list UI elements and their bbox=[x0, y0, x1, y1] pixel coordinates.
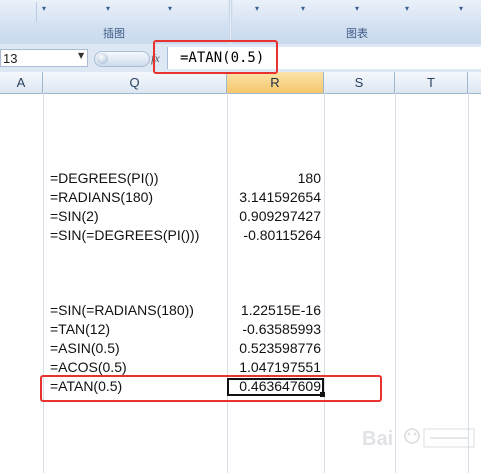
cell-formula-text[interactable]: =RADIANS(180) bbox=[50, 189, 153, 206]
gridline bbox=[43, 93, 44, 473]
column-header-q[interactable]: Q bbox=[43, 72, 227, 93]
ribbon-group-charts[interactable]: ▾ ▾ ▾ ▾ ▾ 图表 bbox=[233, 0, 481, 44]
gridline bbox=[227, 93, 228, 473]
formula-bar-splitter[interactable] bbox=[94, 51, 150, 67]
column-headers: A Q R S T bbox=[0, 72, 481, 94]
splitter-knob-icon bbox=[97, 53, 108, 64]
name-box-dropdown-icon[interactable]: ▼ bbox=[78, 51, 84, 60]
cell-formula-text[interactable]: =SIN(2) bbox=[50, 208, 99, 225]
cell-formula-text[interactable]: =SIN(=RADIANS(180)) bbox=[50, 302, 194, 319]
ribbon-group-label: 图表 bbox=[346, 27, 368, 40]
cell-value[interactable]: 3.141592654 bbox=[239, 189, 321, 206]
cell-value[interactable]: 180 bbox=[298, 170, 321, 187]
chevron-down-icon[interactable]: ▾ bbox=[42, 4, 46, 13]
chevron-down-icon[interactable]: ▾ bbox=[405, 4, 409, 13]
cell-value[interactable]: 1.22515E-16 bbox=[241, 302, 321, 319]
name-box[interactable]: 13 bbox=[0, 49, 88, 67]
cell-formula-text[interactable]: =TAN(12) bbox=[50, 321, 110, 338]
chevron-down-icon[interactable]: ▾ bbox=[301, 4, 305, 13]
annotation-box-row bbox=[40, 375, 382, 402]
annotation-box-formula bbox=[153, 40, 278, 74]
cell-formula-text[interactable]: =DEGREES(PI()) bbox=[50, 170, 159, 187]
column-header-partial[interactable] bbox=[468, 72, 481, 93]
cell-value[interactable]: -0.63585993 bbox=[242, 321, 321, 338]
ribbon-group-label: 插图 bbox=[103, 27, 125, 40]
ribbon-group-commands bbox=[0, 0, 228, 23]
cell-value[interactable]: 0.909297427 bbox=[239, 208, 321, 225]
column-header-a[interactable]: A bbox=[0, 72, 43, 93]
chevron-down-icon[interactable]: ▾ bbox=[168, 4, 172, 13]
cell-value[interactable]: 1.047197551 bbox=[239, 359, 321, 376]
column-header-s[interactable]: S bbox=[324, 72, 395, 93]
ribbon-group-illustrations[interactable]: ▾ ▾ ▾ 插图 bbox=[0, 0, 228, 44]
column-header-t[interactable]: T bbox=[395, 72, 468, 93]
cell-formula-text[interactable]: =ACOS(0.5) bbox=[50, 359, 127, 376]
gridline bbox=[468, 93, 469, 473]
cell-formula-text[interactable]: =ASIN(0.5) bbox=[50, 340, 120, 357]
chevron-down-icon[interactable]: ▾ bbox=[255, 4, 259, 13]
gridline bbox=[324, 93, 325, 473]
cell-value[interactable]: -0.80115264 bbox=[243, 227, 321, 244]
ribbon-divider bbox=[36, 2, 37, 22]
cell-formula-text[interactable]: =SIN(=DEGREES(PI())) bbox=[50, 227, 199, 244]
worksheet-grid[interactable] bbox=[0, 93, 481, 473]
ribbon: ▾ ▾ ▾ 插图 ▾ ▾ ▾ ▾ ▾ 图表 bbox=[0, 0, 481, 45]
chevron-down-icon[interactable]: ▾ bbox=[459, 4, 463, 13]
gridline bbox=[395, 93, 396, 473]
column-header-r[interactable]: R bbox=[227, 72, 324, 93]
svg-text:Bai: Bai bbox=[362, 428, 393, 450]
watermark-logo: Bai bbox=[362, 428, 475, 450]
cell-value[interactable]: 0.523598776 bbox=[239, 340, 321, 357]
ribbon-group-separator bbox=[229, 0, 232, 44]
chevron-down-icon[interactable]: ▾ bbox=[355, 4, 359, 13]
chevron-down-icon[interactable]: ▾ bbox=[106, 4, 110, 13]
